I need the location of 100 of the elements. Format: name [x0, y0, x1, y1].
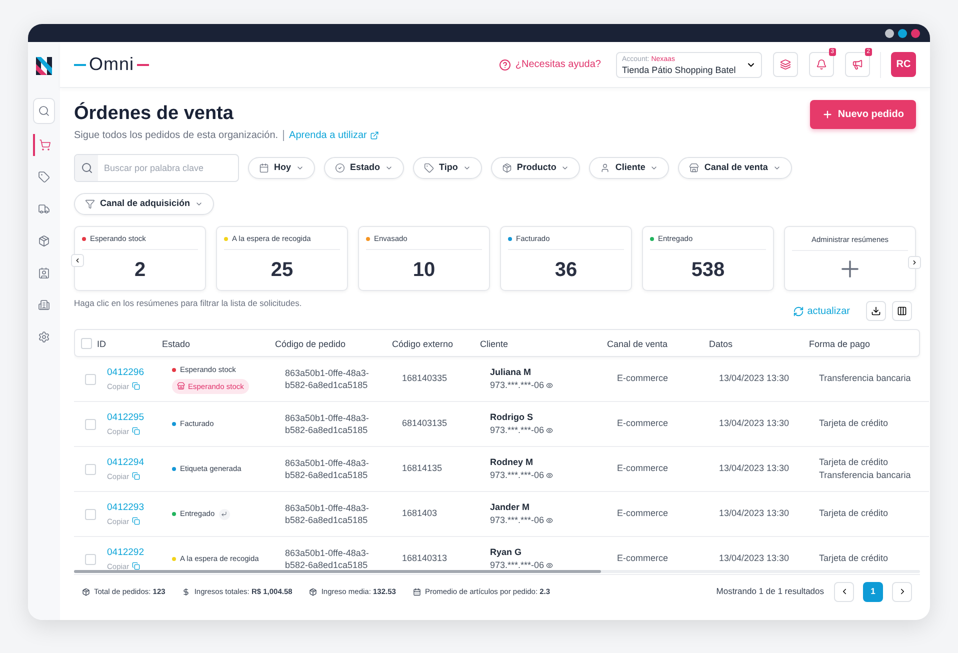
order-date: 13/04/2023 13:30	[719, 508, 790, 518]
external-code: 16814135	[402, 463, 442, 474]
external-code: 681403135	[402, 418, 448, 428]
building-icon	[38, 299, 50, 311]
client-document: 973.***.***-06	[490, 424, 544, 437]
help-link[interactable]: ¿Necesitas ayuda?	[499, 57, 601, 72]
funnel-icon	[85, 199, 95, 209]
user-icon	[600, 163, 610, 173]
column-header: Código de pedido	[275, 339, 346, 349]
box-icon	[38, 235, 50, 247]
order-code: 863a50b1-0ffe-48a3-b582-6a8ed1ca5185	[285, 412, 370, 436]
order-date: 13/04/2023 13:30	[719, 418, 790, 428]
tag-icon	[38, 171, 50, 183]
eye-icon[interactable]	[546, 472, 554, 480]
copy-icon	[132, 382, 140, 390]
hint-text: Haga clic en los resúmenes para filtrar la lista de solicitudes.	[74, 297, 302, 310]
column-header: Forma de pago	[809, 339, 870, 349]
client-name: Juliana M	[490, 366, 532, 378]
refresh-icon	[793, 306, 804, 316]
contact-card-icon	[38, 267, 50, 279]
column-header: Código externo	[392, 339, 454, 349]
check-circle-icon	[335, 163, 346, 173]
summary-count: 538	[690, 258, 726, 284]
columns-button[interactable]	[892, 301, 912, 321]
chevron-down-icon	[650, 164, 658, 172]
order-date: 13/04/2023 13:30	[719, 463, 790, 474]
filter-chip[interactable]: Canal de adquisición	[74, 193, 214, 215]
payment-method: Transferencia bancaria	[819, 469, 912, 482]
next-button[interactable]	[908, 256, 921, 269]
order-code: 863a50b1-0ffe-48a3-b582-6a8ed1ca5185	[285, 502, 370, 526]
order-code: 863a50b1-0ffe-48a3-b582-6a8ed1ca5185	[285, 457, 370, 481]
filter-chip[interactable]: Tipo	[413, 157, 482, 179]
chevron-down-icon	[296, 164, 304, 172]
account-store: Tienda Pátio Shopping Batel	[622, 64, 737, 74]
payment-method: Transferencia bancaria	[819, 372, 912, 386]
summary-count: 2	[133, 258, 147, 284]
external-code: 168140313	[402, 553, 448, 564]
filter-chip[interactable]: Hoy	[248, 157, 316, 179]
client-name: Ryan G	[490, 546, 523, 559]
chevron-down-icon	[195, 200, 204, 208]
user-avatar[interactable]: RC	[891, 52, 916, 77]
window-control[interactable]	[885, 28, 894, 38]
truck-icon	[38, 203, 50, 215]
order-date: 13/04/2023 13:30	[719, 373, 790, 384]
chevron-left-icon	[74, 257, 81, 264]
column-header: Estado	[162, 339, 190, 349]
copy-icon	[132, 427, 140, 436]
search-icon	[38, 105, 50, 117]
filter-chip[interactable]: Cliente	[589, 157, 670, 179]
bell-icon	[816, 58, 827, 70]
filter-chip[interactable]: Producto	[490, 157, 580, 179]
layers-button[interactable]	[773, 52, 798, 76]
external-link-icon	[370, 131, 379, 140]
page-title: Órdenes de venta	[74, 102, 234, 126]
column-header: ID	[97, 339, 106, 349]
column-header: Cliente	[480, 339, 508, 349]
search-field[interactable]: Buscar por palabra clave	[74, 154, 239, 182]
checkbox[interactable]	[85, 508, 96, 520]
filter-chip[interactable]: Canal de venta	[678, 157, 792, 179]
filter-chip[interactable]: Estado	[324, 157, 404, 179]
checkbox[interactable]	[85, 374, 96, 384]
window-control[interactable]	[911, 28, 920, 38]
client-document: 973.***.***-06	[490, 379, 544, 392]
previous-button[interactable]	[71, 254, 84, 267]
new-order-button[interactable]: Nuevo pedido	[810, 100, 916, 129]
client-document: 973.***.***-06	[490, 469, 544, 482]
eye-icon[interactable]	[546, 517, 554, 524]
search-icon	[80, 162, 92, 174]
window-control[interactable]	[898, 28, 907, 38]
eye-icon[interactable]	[546, 427, 554, 434]
megaphone-icon	[852, 58, 863, 70]
eye-icon[interactable]	[546, 562, 554, 570]
checkbox[interactable]	[85, 418, 96, 430]
copy-icon	[132, 562, 140, 570]
copy-icon	[132, 472, 140, 480]
order-code: 863a50b1-0ffe-48a3-b582-6a8ed1ca5185	[285, 547, 370, 571]
box-icon	[309, 588, 318, 596]
summary-count: 36	[554, 258, 578, 284]
scrollbar-track[interactable]	[74, 570, 920, 573]
checkbox[interactable]	[80, 338, 92, 348]
external-code: 168140335	[402, 373, 448, 384]
columns-icon	[897, 306, 907, 316]
calendar-icon	[259, 163, 269, 173]
page-subtitle: Sigue todos los pedidos de esta organización.	[74, 130, 284, 141]
client-document: 973.***.***-06	[490, 514, 544, 527]
box-icon	[82, 588, 90, 596]
download-button[interactable]	[866, 301, 886, 321]
column-header: Datos	[709, 339, 733, 349]
client-name: Rodrigo S	[490, 410, 534, 424]
payment-method: Tarjeta de crédito	[819, 507, 890, 520]
chevron-down-icon	[561, 164, 570, 172]
chevron-down-icon	[772, 164, 781, 172]
store-icon	[177, 382, 185, 390]
chevron-down-icon	[385, 164, 394, 172]
checkbox[interactable]	[85, 554, 96, 564]
tag-icon	[424, 163, 434, 173]
checkbox[interactable]	[85, 464, 96, 474]
eye-icon[interactable]	[546, 382, 554, 390]
dollar-icon	[182, 588, 190, 596]
column-header: Canal de venta	[607, 339, 668, 349]
